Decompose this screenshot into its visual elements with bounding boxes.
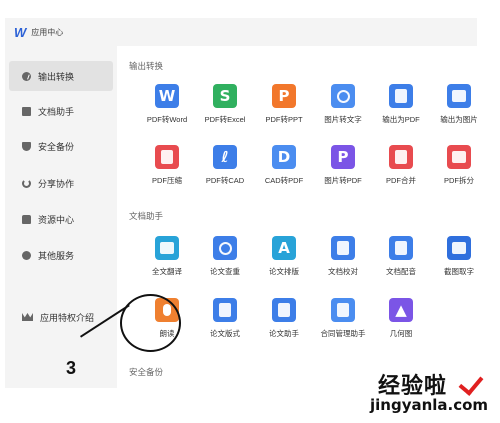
- app-label: 论文查重: [210, 267, 240, 276]
- sidebar-item-privilege[interactable]: 应用特权介绍: [9, 302, 113, 332]
- app-paper-format[interactable]: A 论文排版: [254, 236, 314, 284]
- sidebar-item-other[interactable]: 其他服务: [9, 240, 113, 270]
- shield-icon: [22, 141, 31, 151]
- section-title-output: 输出转换: [129, 61, 164, 71]
- image-to-text-icon: [331, 84, 355, 108]
- app-center-window: W 应用中心 输出转换 文档助手 安全备份 分享协作 资源中心 其他服务 应用特…: [5, 18, 478, 388]
- cad-to-pdf-icon: D: [272, 145, 296, 169]
- geometry-icon: ▲: [389, 298, 413, 322]
- share-icon: [22, 178, 31, 188]
- section-title-doc-assistant: 文档助手: [129, 211, 164, 221]
- image-to-pdf-icon: P: [331, 145, 355, 169]
- resource-icon: [22, 214, 31, 224]
- app-pdf-split[interactable]: PDF拆分: [429, 145, 489, 193]
- sidebar-item-label: 文档助手: [38, 106, 75, 117]
- watermark-en: jingyanla.com: [370, 396, 489, 414]
- app-proofread[interactable]: 文档校对: [313, 236, 373, 284]
- app-doc-voice[interactable]: 文档配音: [371, 236, 431, 284]
- app-label: PDF转PPT: [265, 115, 303, 124]
- app-export-pdf[interactable]: 输出为PDF: [371, 84, 431, 132]
- screenshot-text-icon: [447, 236, 471, 260]
- app-label: PDF转CAD: [205, 176, 245, 185]
- app-pdf-merge[interactable]: PDF合并: [371, 145, 431, 193]
- annotation-number: 3: [66, 358, 77, 378]
- app-label: PDF转Excel: [204, 115, 246, 124]
- crown-icon: [22, 313, 33, 321]
- section-title-security: 安全备份: [129, 367, 164, 377]
- app-image-to-pdf[interactable]: P 图片转PDF: [313, 145, 373, 193]
- sidebar-item-label: 分享协作: [38, 178, 75, 189]
- app-label: PDF拆分: [444, 176, 474, 185]
- pdf-to-excel-icon: S: [213, 84, 237, 108]
- app-label: 输出为图片: [440, 115, 478, 124]
- sidebar-item-label: 输出转换: [38, 71, 75, 82]
- translate-icon: [155, 236, 179, 260]
- title-bar: W 应用中心: [5, 18, 477, 46]
- app-label: 截图取字: [444, 267, 474, 276]
- contract-icon: [331, 298, 355, 322]
- sidebar: 输出转换 文档助手 安全备份 分享协作 资源中心 其他服务 应用特权介绍: [5, 46, 117, 388]
- annotation-circle: [120, 294, 181, 352]
- app-pdf-compress[interactable]: PDF压缩: [137, 145, 197, 193]
- pdf-to-cad-icon: ℓ: [213, 145, 237, 169]
- watermark: 经验啦 jingyanla.com: [356, 366, 496, 418]
- app-image-to-text[interactable]: 图片转文字: [313, 84, 373, 132]
- sidebar-item-label: 其他服务: [38, 250, 75, 261]
- pdf-split-icon: [447, 145, 471, 169]
- more-icon: [22, 250, 31, 260]
- checkmark-icon: [458, 370, 484, 396]
- export-pdf-icon: [389, 84, 413, 108]
- app-label: 论文排版: [269, 267, 299, 276]
- app-pdf-to-excel[interactable]: S PDF转Excel: [195, 84, 255, 132]
- window-title: 应用中心: [31, 27, 64, 37]
- app-pdf-to-ppt[interactable]: P PDF转PPT: [254, 84, 314, 132]
- app-plagiarism-check[interactable]: 论文查重: [195, 236, 255, 284]
- output-icon: [22, 71, 31, 81]
- app-label: 论文版式: [210, 329, 240, 338]
- app-cad-to-pdf[interactable]: D CAD转PDF: [254, 145, 314, 193]
- pdf-merge-icon: [389, 145, 413, 169]
- app-screenshot-text[interactable]: 截图取字: [429, 236, 489, 284]
- pdf-to-ppt-icon: P: [272, 84, 296, 108]
- app-contract[interactable]: 合同管理助手: [313, 298, 373, 346]
- sidebar-item-share[interactable]: 分享协作: [9, 168, 113, 198]
- app-pdf-to-word[interactable]: W PDF转Word: [137, 84, 197, 132]
- app-export-image[interactable]: 输出为图片: [429, 84, 489, 132]
- app-label: 论文助手: [269, 329, 299, 338]
- app-translate[interactable]: 全文翻译: [137, 236, 197, 284]
- pdf-to-word-icon: W: [155, 84, 179, 108]
- sidebar-item-label: 资源中心: [38, 214, 75, 225]
- sidebar-item-label: 应用特权介绍: [40, 312, 95, 323]
- app-geometry[interactable]: ▲ 几何图: [371, 298, 431, 346]
- app-paper-layout[interactable]: 论文版式: [195, 298, 255, 346]
- wps-logo-icon: W: [14, 24, 27, 40]
- sidebar-item-label: 安全备份: [38, 141, 75, 152]
- sidebar-item-resource[interactable]: 资源中心: [9, 204, 113, 234]
- export-image-icon: [447, 84, 471, 108]
- doc-icon: [22, 106, 31, 116]
- sidebar-item-output[interactable]: 输出转换: [9, 61, 113, 91]
- pdf-compress-icon: [155, 145, 179, 169]
- doc-voice-icon: [389, 236, 413, 260]
- proofread-icon: [331, 236, 355, 260]
- plagiarism-check-icon: [213, 236, 237, 260]
- app-label: CAD转PDF: [264, 176, 304, 185]
- app-label: 几何图: [389, 329, 413, 338]
- sidebar-item-doc-assistant[interactable]: 文档助手: [9, 96, 113, 126]
- paper-layout-icon: [213, 298, 237, 322]
- paper-format-icon: A: [272, 236, 296, 260]
- app-paper-assistant[interactable]: 论文助手: [254, 298, 314, 346]
- app-pdf-to-cad[interactable]: ℓ PDF转CAD: [195, 145, 255, 193]
- sidebar-item-security[interactable]: 安全备份: [9, 131, 113, 161]
- paper-assistant-icon: [272, 298, 296, 322]
